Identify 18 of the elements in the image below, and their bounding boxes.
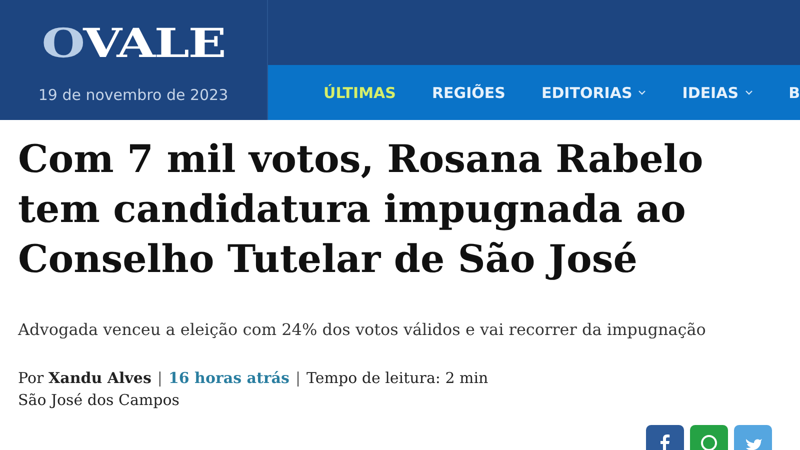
caret-icon [744,90,753,95]
nav-item[interactable]: B [788,84,800,102]
caret-icon [638,90,646,95]
time-link[interactable]: 16 horas atrás [168,369,290,387]
nav-item[interactable]: REGIÕES [432,84,506,102]
author-text: Por Xandu Alves [18,369,152,387]
reading-time: Tempo de leitura: 2 min [306,369,488,387]
chat-icon [699,433,719,450]
nav-item[interactable]: ÚLTIMAS [324,84,396,102]
headline: Com 7 mil votos, Rosana Rabelo tem candidatura impugnada ao Conselho Tutelar de São José [18,135,704,283]
location-text: São José dos Campos [18,391,180,409]
date-text: 19 de novembro de 2023 [38,86,228,104]
subtitle: Advogada venceu a eleição com 24% dos votos válidos e vai recorrer da impugnação [18,320,707,339]
logo[interactable]: OVALE [42,24,225,64]
separator: | [295,369,301,387]
nav-item[interactable]: IDEIAS [682,84,753,102]
separator: | [157,369,162,387]
nav-item[interactable]: EDITORIAS [541,84,646,102]
